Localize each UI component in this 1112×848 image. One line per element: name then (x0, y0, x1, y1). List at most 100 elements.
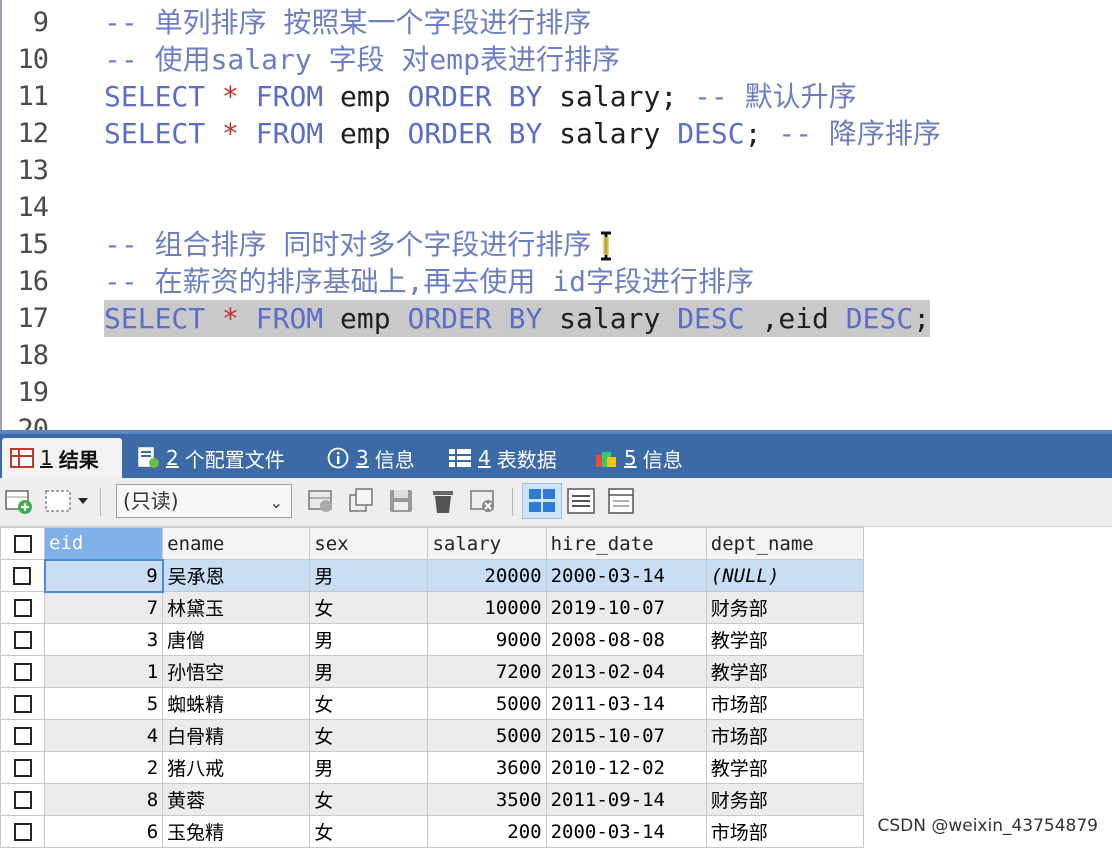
cell-hire-date[interactable]: 2013-02-04 (545, 655, 707, 688)
code-line[interactable]: 19 (2, 374, 1112, 411)
cell-eid[interactable]: 1 (44, 655, 164, 688)
row-checkbox[interactable] (0, 591, 46, 624)
insert-row-icon[interactable] (306, 486, 336, 516)
cell-sex[interactable]: 女 (309, 719, 429, 752)
cell-dept-name[interactable]: 财务部 (705, 783, 865, 816)
cell-salary[interactable]: 5000 (427, 687, 547, 720)
code-line[interactable]: 17 SELECT * FROM emp ORDER BY salary DESC… (2, 300, 1112, 337)
table-row[interactable]: 6 玉兔精女 200 2000-03-14 市场部 (0, 815, 865, 848)
cell-eid[interactable]: 8 (44, 783, 164, 816)
code-line[interactable]: 14 (2, 189, 1112, 226)
code-line[interactable]: 16 -- 在薪资的排序基础上,再去使用 id字段进行排序 (2, 263, 1112, 300)
cell-dept-name[interactable]: 市场部 (705, 687, 865, 720)
mode-select[interactable]: (只读) ⌄ (116, 484, 292, 518)
code-line[interactable]: 10 -- 使用salary 字段 对emp表进行排序 (2, 41, 1112, 78)
cell-ename[interactable]: 黄蓉 (162, 783, 311, 816)
grid-view-icon[interactable] (522, 483, 562, 519)
code-line[interactable]: 12 SELECT * FROM emp ORDER BY salary DESC… (2, 115, 1112, 152)
cell-dept-name[interactable]: (NULL) (705, 559, 865, 592)
cell-eid[interactable]: 4 (44, 719, 164, 752)
cell-sex[interactable]: 女 (309, 815, 429, 848)
cell-dept-name[interactable]: 教学部 (705, 655, 865, 688)
row-checkbox[interactable] (0, 559, 46, 592)
row-checkbox[interactable] (0, 655, 46, 688)
code-line[interactable]: 11 SELECT * FROM emp ORDER BY salary; -- … (2, 78, 1112, 115)
code-line[interactable]: 13 (2, 152, 1112, 189)
duplicate-row-icon[interactable] (346, 486, 376, 516)
cell-eid[interactable]: 9 (43, 558, 164, 593)
cell-hire-date[interactable]: 2000-03-14 (545, 559, 707, 592)
form-view-icon[interactable] (566, 486, 596, 516)
table-row[interactable]: 1 孙悟空男 7200 2013-02-04 教学部 (0, 655, 865, 688)
cell-dept-name[interactable]: 财务部 (705, 591, 865, 624)
sql-editor[interactable]: 9 -- 单列排序 按照某一个字段进行排序 10 -- 使用salary 字段 对em… (0, 0, 1112, 430)
cell-ename[interactable]: 猪八戒 (162, 751, 311, 784)
row-checkbox[interactable] (0, 623, 46, 656)
cell-eid[interactable]: 3 (44, 623, 164, 656)
delete-icon[interactable] (428, 486, 458, 516)
cell-eid[interactable]: 2 (44, 751, 164, 784)
tab-table-data[interactable]: 4 表数据 (440, 438, 557, 478)
cell-salary[interactable]: 20000 (427, 559, 547, 592)
column-header-salary[interactable]: salary (427, 527, 547, 560)
cell-salary[interactable]: 3500 (427, 783, 547, 816)
cancel-changes-icon[interactable] (468, 486, 498, 516)
cell-dept-name[interactable]: 市场部 (705, 815, 865, 848)
table-row[interactable]: 9 吴承恩男 20000 2000-03-14 (NULL) (0, 558, 865, 593)
cell-ename[interactable]: 孙悟空 (162, 655, 311, 688)
cell-ename[interactable]: 林黛玉 (162, 591, 311, 624)
cell-hire-date[interactable]: 2011-09-14 (545, 783, 707, 816)
cell-sex[interactable]: 女 (309, 687, 429, 720)
row-checkbox[interactable] (0, 751, 46, 784)
add-row-icon[interactable] (4, 486, 34, 516)
cell-salary[interactable]: 10000 (427, 591, 547, 624)
cell-ename[interactable]: 玉兔精 (162, 815, 311, 848)
column-header-hire-date[interactable]: hire_date (545, 527, 707, 560)
code-line[interactable]: 9 -- 单列排序 按照某一个字段进行排序 (2, 4, 1112, 41)
table-row[interactable]: 5 蜘蛛精女 5000 2011-03-14 市场部 (0, 687, 865, 720)
cell-salary[interactable]: 7200 (427, 655, 547, 688)
cell-salary[interactable]: 3600 (427, 751, 547, 784)
cell-hire-date[interactable]: 2011-03-14 (545, 687, 707, 720)
code-line[interactable]: 18 (2, 337, 1112, 374)
row-checkbox[interactable] (0, 783, 46, 816)
code-line[interactable]: 20 (2, 411, 1112, 430)
cell-ename[interactable]: 蜘蛛精 (162, 687, 311, 720)
cell-dept-name[interactable]: 教学部 (705, 623, 865, 656)
cell-sex[interactable]: 男 (309, 655, 429, 688)
cell-dept-name[interactable]: 市场部 (705, 719, 865, 752)
tab-info[interactable]: 3 信息 (318, 438, 415, 478)
cell-hire-date[interactable]: 2008-08-08 (545, 623, 707, 656)
cell-sex[interactable]: 男 (309, 751, 429, 784)
tab-info-2[interactable]: 5 信息 (586, 438, 683, 478)
table-row[interactable]: 4 白骨精女 5000 2015-10-07 市场部 (0, 719, 865, 752)
table-row[interactable]: 2 猪八戒男 3600 2010-12-02 教学部 (0, 751, 865, 784)
cell-hire-date[interactable]: 2019-10-07 (545, 591, 707, 624)
cell-sex[interactable]: 男 (309, 623, 429, 656)
cell-hire-date[interactable]: 2010-12-02 (545, 751, 707, 784)
cell-eid[interactable]: 7 (44, 591, 164, 624)
cell-dept-name[interactable]: 教学部 (705, 751, 865, 784)
cell-sex[interactable]: 女 (309, 783, 429, 816)
column-header-dept-name[interactable]: dept_name (705, 527, 865, 560)
cell-eid[interactable]: 6 (44, 815, 164, 848)
column-header-ename[interactable]: ename (162, 527, 311, 560)
column-header-sex[interactable]: sex (309, 527, 429, 560)
code-line[interactable]: 15 -- 组合排序 同时对多个字段进行排序 (2, 226, 1112, 263)
table-row[interactable]: 8 黄蓉女 3500 2011-09-14 财务部 (0, 783, 865, 816)
table-row[interactable]: 3 唐僧男 9000 2008-08-08 教学部 (0, 623, 865, 656)
cell-sex[interactable]: 女 (309, 591, 429, 624)
cell-salary[interactable]: 200 (427, 815, 547, 848)
table-row[interactable]: 7 林黛玉女 10000 2019-10-07 财务部 (0, 591, 865, 624)
cell-ename[interactable]: 唐僧 (162, 623, 311, 656)
column-header-eid[interactable]: eid (44, 527, 164, 560)
tab-result[interactable]: 1 结果 (2, 438, 122, 478)
cell-ename[interactable]: 白骨精 (162, 719, 311, 752)
cell-ename[interactable]: 吴承恩 (162, 559, 311, 592)
text-view-icon[interactable] (606, 486, 636, 516)
cell-hire-date[interactable]: 2015-10-07 (545, 719, 707, 752)
save-icon[interactable] (386, 486, 416, 516)
select-all-checkbox[interactable] (0, 527, 46, 560)
row-checkbox[interactable] (0, 687, 46, 720)
cell-salary[interactable]: 9000 (427, 623, 547, 656)
